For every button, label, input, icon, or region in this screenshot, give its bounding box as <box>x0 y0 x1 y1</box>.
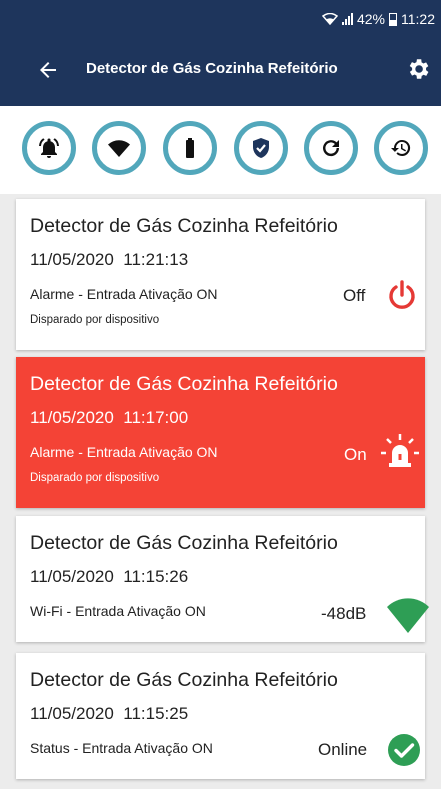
event-datetime: 11/05/2020 11:17:00 <box>30 408 189 427</box>
clock: 11:22 <box>401 11 435 27</box>
refresh-button[interactable] <box>304 121 358 175</box>
siren-icon <box>381 434 419 467</box>
alarm-button[interactable] <box>22 121 76 175</box>
history-button[interactable] <box>374 121 428 175</box>
history-icon <box>391 139 411 156</box>
event-value: On <box>344 445 367 464</box>
event-value: -48dB <box>321 604 367 623</box>
event-card[interactable]: Detector de Gás Cozinha Refeitório 11/05… <box>16 199 425 350</box>
power-icon <box>389 280 415 309</box>
action-toolbar <box>0 106 441 194</box>
event-datetime: 11/05/2020 11:21:13 <box>30 250 189 269</box>
wifi-button[interactable] <box>92 121 146 175</box>
event-value: Online <box>318 740 368 759</box>
wifi-status-icon <box>321 13 338 25</box>
event-value: Off <box>343 286 366 305</box>
check-circle-icon <box>388 734 420 766</box>
refresh-icon <box>323 140 340 157</box>
event-description: Alarme - Entrada Ativação ON <box>30 286 218 302</box>
battery-status-icon <box>389 12 397 26</box>
back-arrow-icon[interactable] <box>36 58 60 82</box>
battery-icon <box>186 138 194 158</box>
shield-check-icon <box>253 138 269 158</box>
event-datetime: 11/05/2020 11:15:25 <box>30 704 189 723</box>
status-bar: 42% 11:22 <box>0 0 441 38</box>
event-device: Detector de Gás Cozinha Refeitório <box>30 532 338 554</box>
event-card[interactable]: Detector de Gás Cozinha Refeitório 11/05… <box>16 516 429 642</box>
shield-button[interactable] <box>234 121 288 175</box>
event-card[interactable]: Detector de Gás Cozinha Refeitório 11/05… <box>16 653 425 779</box>
app-bar: Detector de Gás Cozinha Refeitório <box>0 38 441 106</box>
event-card-alarm[interactable]: Detector de Gás Cozinha Refeitório 11/05… <box>16 357 425 508</box>
event-source: Disparado por dispositivo <box>30 314 160 326</box>
page-title: Detector de Gás Cozinha Refeitório <box>86 60 338 77</box>
event-device: Detector de Gás Cozinha Refeitório <box>30 669 338 691</box>
event-device: Detector de Gás Cozinha Refeitório <box>30 215 338 237</box>
battery-percent: 42% <box>356 11 385 27</box>
event-source: Disparado por dispositivo <box>30 472 160 484</box>
event-device: Detector de Gás Cozinha Refeitório <box>30 373 338 395</box>
signal-icon <box>341 13 353 25</box>
battery-button[interactable] <box>163 121 217 175</box>
event-datetime: 11/05/2020 11:15:26 <box>30 567 189 586</box>
bell-ring-icon <box>39 138 59 158</box>
wifi-icon <box>108 140 130 157</box>
gear-icon[interactable] <box>405 56 431 82</box>
wifi-signal-icon <box>387 598 429 633</box>
